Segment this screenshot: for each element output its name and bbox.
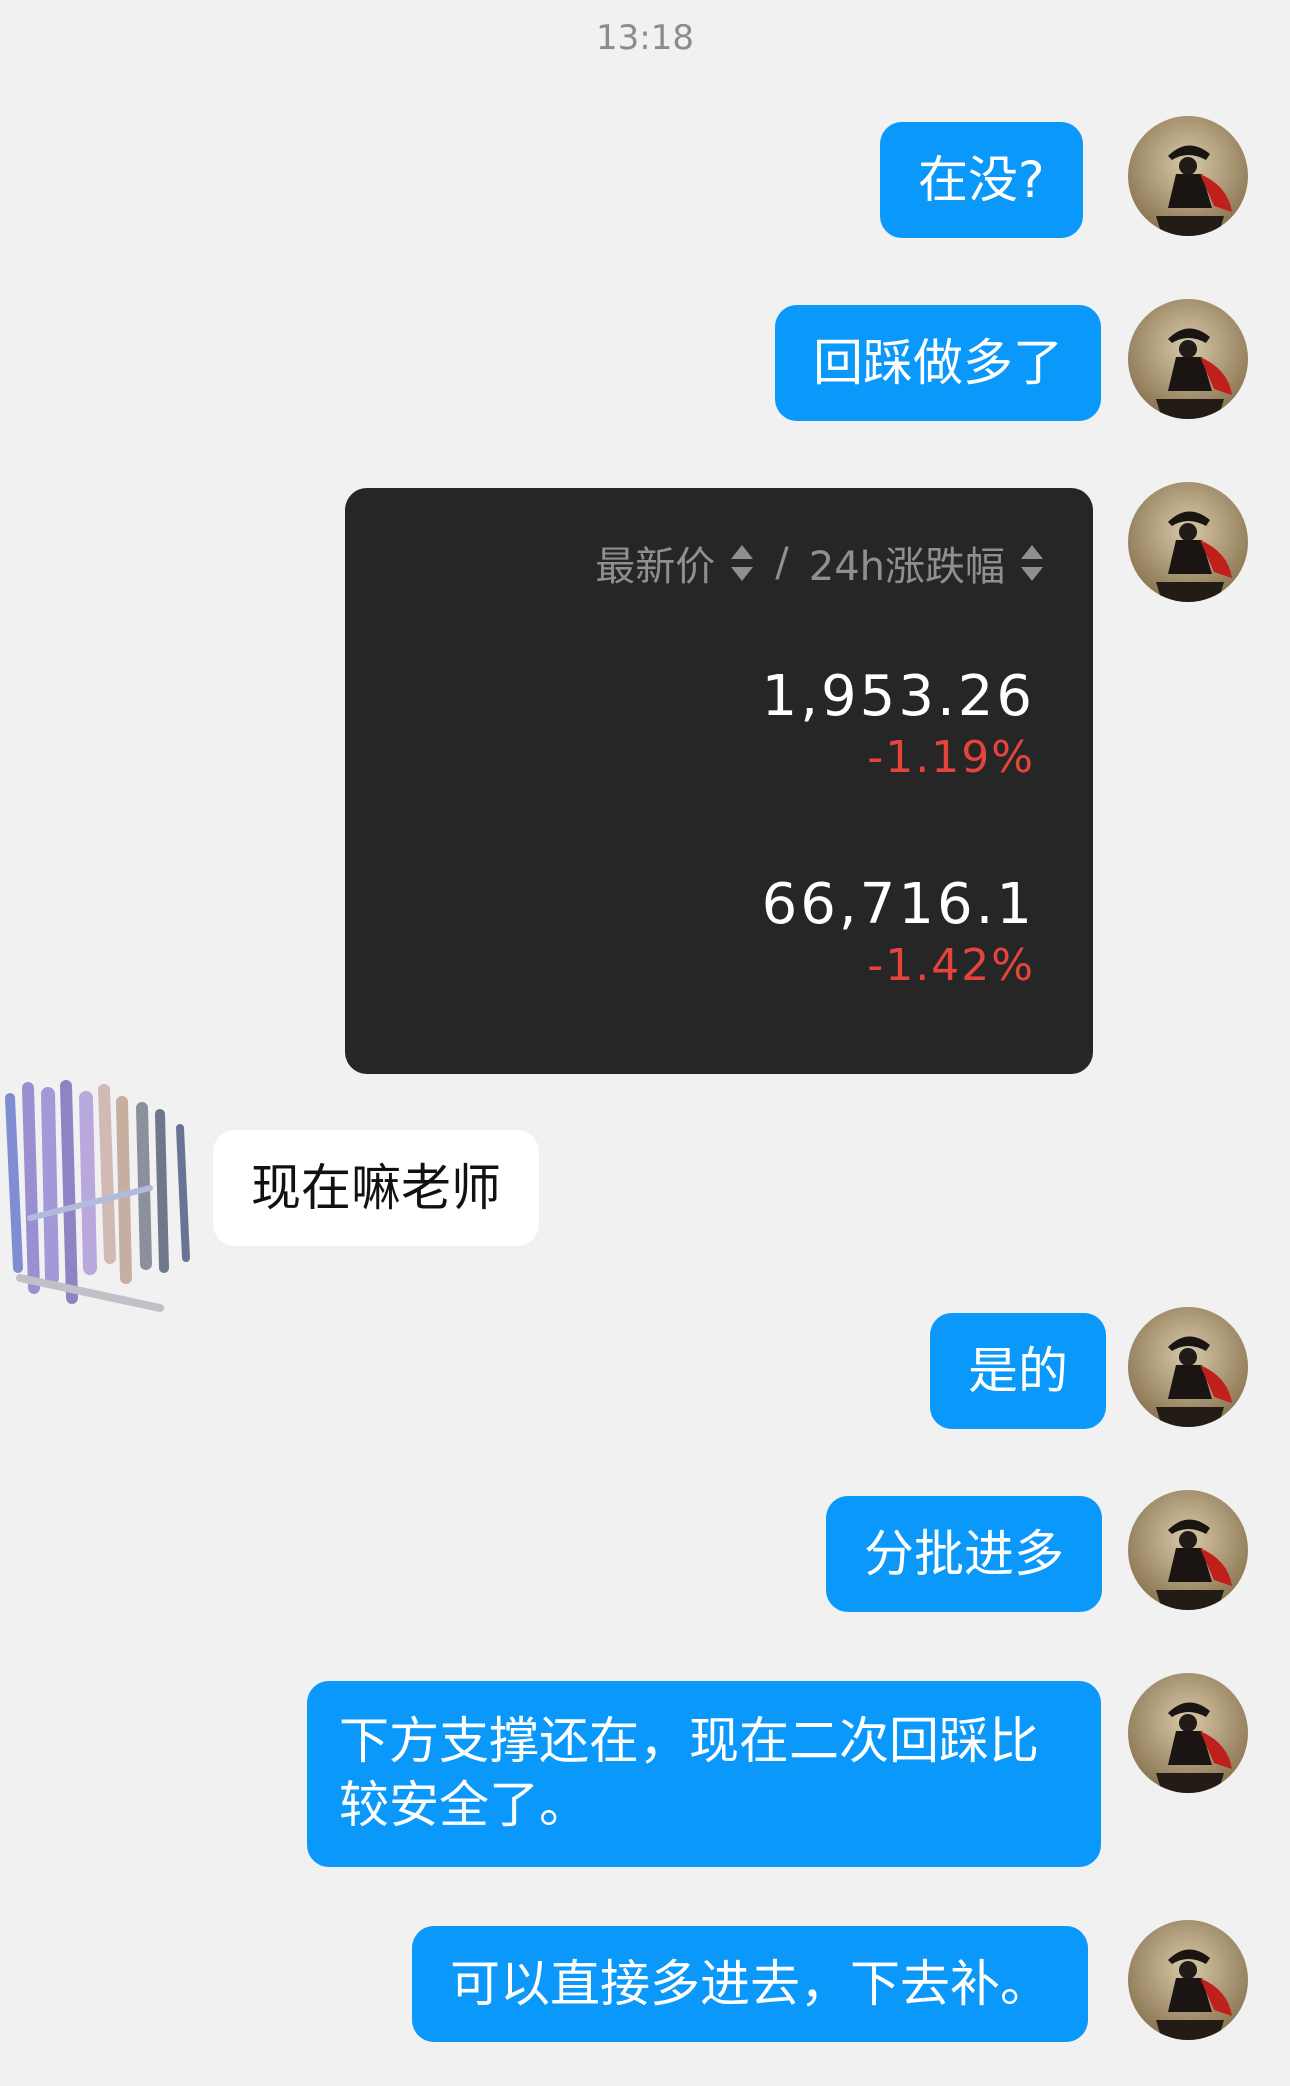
price-value: 1,953.26 (761, 664, 1035, 729)
incoming-message-bubble[interactable]: 现在嘛老师 (213, 1130, 539, 1246)
outgoing-message-bubble[interactable]: 是的 (930, 1313, 1106, 1429)
user-avatar[interactable] (1128, 1490, 1248, 1610)
redacted-avatar[interactable] (0, 1068, 220, 1318)
user-avatar[interactable] (1128, 482, 1248, 602)
price-change-percent: -1.19% (867, 732, 1035, 783)
chat-screen: 13:18 在没? 回踩做多了 最新价 / 24h涨跌幅 1,953.26 -1… (0, 0, 1290, 2086)
message-timestamp: 13:18 (596, 18, 694, 58)
price-change-percent: -1.42% (867, 940, 1035, 991)
outgoing-message-bubble[interactable]: 下方支撑还在，现在二次回踩比较安全了。 (307, 1681, 1101, 1867)
outgoing-message-bubble[interactable]: 回踩做多了 (775, 305, 1101, 421)
user-avatar[interactable] (1128, 1920, 1248, 2040)
user-avatar[interactable] (1128, 1673, 1248, 1793)
outgoing-message-bubble[interactable]: 分批进多 (826, 1496, 1102, 1612)
price-table-header: 最新价 / 24h涨跌幅 (595, 534, 1045, 592)
price-screenshot-card[interactable]: 最新价 / 24h涨跌幅 1,953.26 -1.19% 66,716.1 -1… (345, 488, 1093, 1074)
user-avatar[interactable] (1128, 299, 1248, 419)
header-separator: / (775, 540, 789, 586)
latest-price-label: 最新价 (595, 544, 716, 590)
outgoing-message-bubble[interactable]: 可以直接多进去，下去补。 (412, 1926, 1088, 2042)
sort-icon (729, 541, 755, 585)
change-24h-label: 24h涨跌幅 (808, 544, 1005, 590)
user-avatar[interactable] (1128, 116, 1248, 236)
user-avatar[interactable] (1128, 1307, 1248, 1427)
sort-icon (1019, 541, 1045, 585)
outgoing-message-bubble[interactable]: 在没? (880, 122, 1083, 238)
price-value: 66,716.1 (761, 872, 1035, 937)
